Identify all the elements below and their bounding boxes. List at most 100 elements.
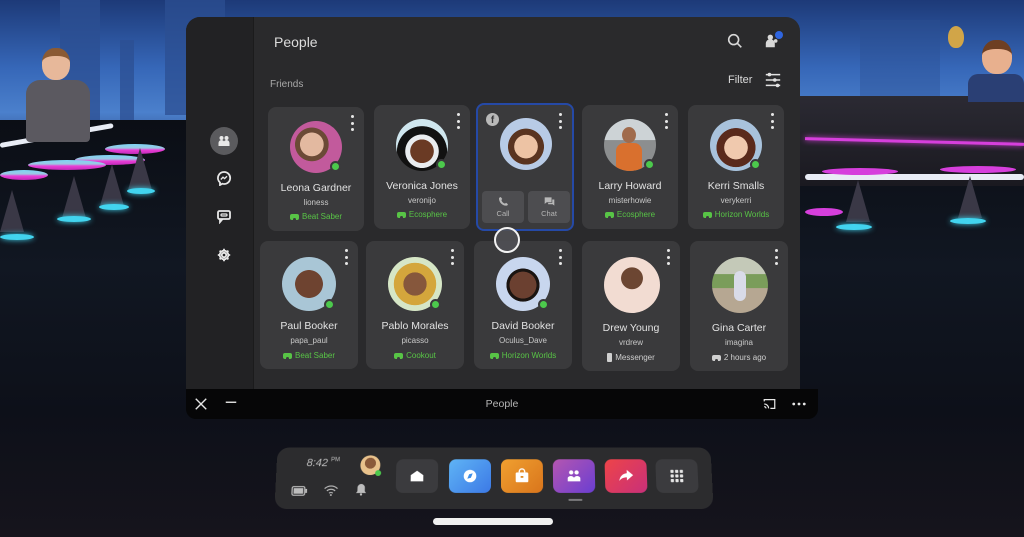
cast-icon	[763, 399, 775, 409]
friend-card[interactable]: Leona Gardner lioness Beat Saber	[268, 107, 364, 231]
nav-people[interactable]	[210, 127, 238, 155]
friend-card[interactable]: Drew Young vrdrew Messenger	[582, 241, 680, 371]
more-options-button[interactable]	[662, 113, 670, 129]
gear-icon	[217, 248, 231, 262]
more-options-button[interactable]	[348, 115, 356, 131]
wifi-button[interactable]	[323, 483, 337, 496]
cone	[846, 180, 870, 222]
online-indicator	[430, 299, 441, 310]
people-icon	[218, 136, 230, 146]
friend-status: Beat Saber	[260, 351, 358, 360]
more-options-button[interactable]	[768, 113, 776, 129]
cone-glow	[0, 234, 34, 240]
home-indicator-bar[interactable]	[433, 518, 553, 525]
platform-disc	[28, 160, 106, 170]
page-title: People	[274, 34, 318, 50]
friend-handle: misterhowie	[608, 196, 652, 205]
left-nav-rail	[186, 17, 254, 389]
status-text: Ecosphere	[616, 210, 656, 219]
avatar-photo	[500, 118, 552, 170]
filter-button[interactable]: Filter	[728, 69, 782, 91]
friend-name: Drew Young	[602, 322, 660, 334]
vr-headset-icon	[702, 211, 712, 218]
shopping-bag-icon	[515, 467, 529, 482]
status-text: Messenger	[615, 353, 655, 362]
friend-status: Beat Saber	[268, 212, 364, 221]
status-text: Cookout	[406, 351, 436, 360]
friend-card[interactable]: Kerri Smalls verykerri Horizon Worlds	[688, 105, 784, 229]
more-options-button[interactable]	[454, 113, 462, 129]
profile-avatar[interactable]	[360, 455, 382, 477]
universal-menu-dock: 8:42 PM	[274, 447, 714, 509]
friend-name: Veronica Jones	[386, 180, 458, 192]
chat-icon	[544, 197, 554, 206]
more-button[interactable]	[790, 396, 808, 412]
cast-button[interactable]	[760, 396, 778, 412]
friend-handle: picasso	[401, 336, 429, 345]
friend-status: Ecosphere	[582, 210, 678, 219]
app-store[interactable]	[500, 459, 544, 493]
nav-messenger[interactable]	[210, 164, 238, 192]
friend-card[interactable]: Pablo Morales picasso Cookout	[366, 241, 464, 369]
pointer-cursor	[494, 227, 520, 253]
friend-handle: verykerri	[720, 196, 752, 205]
home-icon	[410, 471, 424, 481]
app-people[interactable]	[552, 459, 596, 493]
more-icon	[792, 402, 806, 406]
bell-icon	[355, 483, 367, 496]
battery-icon	[291, 486, 308, 496]
online-indicator	[644, 159, 655, 170]
friend-name: Larry Howard	[598, 180, 662, 192]
app-share[interactable]	[604, 459, 648, 493]
friend-card[interactable]: Gina Carter imagina 2 hours ago	[690, 241, 788, 371]
friend-card[interactable]: Larry Howard misterhowie Ecosphere	[582, 105, 678, 229]
cone	[100, 164, 124, 206]
status-text: Beat Saber	[301, 212, 343, 221]
friend-name: Pablo Morales	[381, 320, 449, 332]
app-home[interactable]	[395, 459, 439, 493]
cone-glow	[57, 216, 91, 222]
friend-card-selected[interactable]: f Call Chat	[476, 103, 574, 231]
more-options-button[interactable]	[556, 113, 564, 129]
online-indicator	[330, 161, 341, 172]
more-options-button[interactable]	[342, 249, 350, 265]
search-button[interactable]	[726, 31, 746, 51]
friend-name: Leona Gardner	[280, 182, 352, 194]
call-label: Call	[496, 209, 510, 218]
notifications-button[interactable]	[355, 483, 369, 496]
nav-settings[interactable]	[210, 241, 238, 269]
platform-disc	[0, 170, 48, 180]
more-options-button[interactable]	[448, 249, 456, 265]
nav-chats[interactable]	[210, 202, 238, 230]
search-icon	[727, 33, 742, 48]
people-icon	[567, 471, 581, 481]
vr-headset-icon	[282, 352, 292, 359]
friend-card[interactable]: David Booker Oculus_Dave Horizon Worlds	[474, 241, 572, 369]
friend-status: Ecosphere	[374, 210, 470, 219]
call-button[interactable]: Call	[482, 191, 524, 223]
friend-requests-button[interactable]	[764, 30, 784, 50]
cone-glow	[950, 218, 986, 224]
chat-button[interactable]: Chat	[528, 191, 570, 223]
building	[860, 20, 940, 100]
mobile-phone-icon	[607, 353, 613, 362]
battery-button[interactable]	[291, 483, 306, 495]
vr-headset-icon	[604, 211, 614, 218]
compass-icon	[463, 470, 477, 482]
app-library[interactable]	[655, 459, 699, 493]
more-options-button[interactable]	[664, 249, 672, 265]
online-indicator	[375, 470, 382, 477]
cone-glow	[99, 204, 129, 210]
friend-name: Gina Carter	[711, 322, 767, 334]
more-options-button[interactable]	[556, 249, 564, 265]
cone-glow	[836, 224, 872, 230]
more-options-button[interactable]	[772, 249, 780, 265]
friend-status: Horizon Worlds	[474, 351, 572, 360]
vr-headset-icon	[289, 213, 299, 220]
friend-card[interactable]: Veronica Jones veronijo Ecosphere	[374, 105, 470, 229]
online-indicator	[538, 299, 549, 310]
online-indicator	[324, 299, 335, 310]
app-explore[interactable]	[448, 459, 492, 493]
filter-label: Filter	[728, 74, 753, 86]
friend-card[interactable]: Paul Booker papa_paul Beat Saber	[260, 241, 358, 369]
